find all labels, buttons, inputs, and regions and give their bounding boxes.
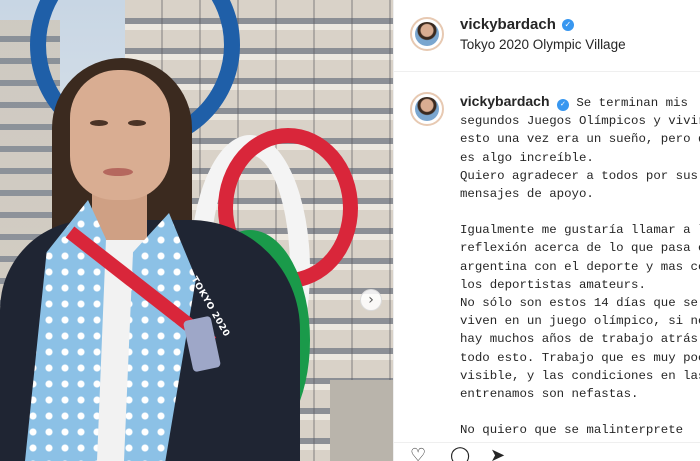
caption-paragraph-3: No quiero que se malinterprete: [460, 421, 696, 439]
caption-line: esto una vez era un sueño, pero dos: [460, 132, 700, 147]
post-photo[interactable]: TOKYO 2020 ›: [0, 0, 393, 461]
header-username[interactable]: vickybardach: [460, 16, 556, 33]
caption-line: entrenamos son nefastas.: [460, 387, 639, 402]
chevron-right-icon: ›: [368, 292, 374, 308]
caption-line: No quiero que se malinterprete: [460, 423, 684, 438]
caption-line: hay muchos años de trabajo atrás de: [460, 332, 700, 347]
caption-line: es algo increíble.: [460, 150, 594, 165]
athlete-eye-left: [90, 120, 108, 126]
athlete-eye-right: [128, 120, 146, 126]
post-location[interactable]: Tokyo 2020 Olympic Village: [460, 37, 626, 52]
caption-line: visible, y las condiciones en las que: [460, 368, 700, 383]
caption-line: mensajes de apoyo.: [460, 187, 594, 202]
post-caption: vickybardach ✓ Se terminan mis segundos …: [460, 92, 700, 457]
caption-line: todo esto. Trabajo que es muy poco: [460, 350, 700, 365]
caption-line: viven en un juego olímpico, si no que: [460, 314, 700, 329]
caption-line: Quiero agradecer a todos por sus: [460, 168, 698, 183]
verified-badge-icon: ✓: [561, 18, 574, 31]
caption-username[interactable]: vickybardach: [460, 93, 550, 109]
caption-line: No sólo son estos 14 días que se: [460, 296, 698, 311]
athlete-face: [70, 70, 170, 200]
caption-line: vickybardach ✓ Se terminan mis: [460, 92, 696, 112]
athlete-lips: [103, 168, 133, 176]
action-bar: ♡ ◯ ➤: [394, 442, 700, 461]
caption-avatar[interactable]: [410, 92, 444, 126]
caption-text: Se terminan mis: [576, 96, 688, 110]
caption-paragraph-1: vickybardach ✓ Se terminan mis segundos …: [460, 92, 700, 203]
comment-icon[interactable]: ◯: [450, 447, 470, 461]
post-header: vickybardach ✓ Tokyo 2020 Olympic Villag…: [394, 0, 700, 72]
avatar[interactable]: [410, 17, 444, 51]
caption-line: Igualmente me gustaría llamar a la: [460, 223, 700, 238]
caption-line: segundos Juegos Olímpicos y vivir: [460, 114, 700, 129]
caption-paragraph-2: Igualmente me gustaría llamar a la refle…: [460, 221, 700, 403]
verified-badge-icon: ✓: [556, 99, 569, 112]
header-username-row: vickybardach ✓: [460, 16, 574, 33]
post-details-panel: vickybardach ✓ Tokyo 2020 Olympic Villag…: [393, 0, 700, 461]
caption-line: argentina con el deporte y mas con: [460, 259, 700, 274]
caption-line: los deportistas amateurs.: [460, 277, 646, 292]
caption-line: reflexión acerca de lo que pasa en: [460, 241, 700, 256]
share-icon[interactable]: ➤: [490, 447, 505, 461]
carousel-next-button[interactable]: ›: [360, 289, 382, 311]
like-icon[interactable]: ♡: [410, 447, 426, 461]
ground: [330, 380, 393, 461]
